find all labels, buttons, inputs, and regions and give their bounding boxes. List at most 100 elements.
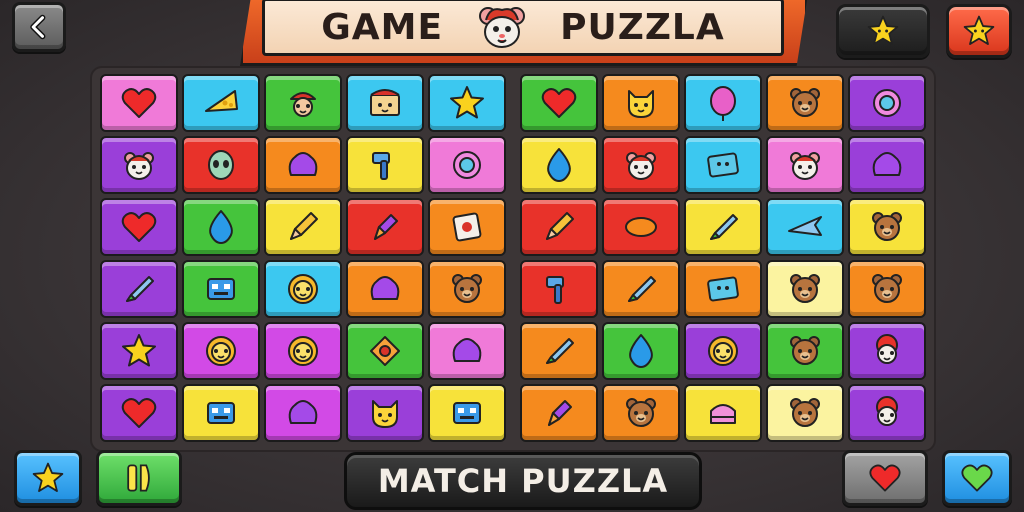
- tile-blob[interactable]: [264, 136, 342, 194]
- tile-ring[interactable]: [848, 74, 926, 132]
- tile-heart[interactable]: [100, 384, 178, 442]
- tile-pen[interactable]: [602, 260, 680, 318]
- tile-lion[interactable]: [264, 260, 342, 318]
- tile-bear[interactable]: [766, 322, 844, 380]
- lives-button[interactable]: [842, 450, 928, 506]
- tile-chest[interactable]: [346, 74, 424, 132]
- tile-star[interactable]: [428, 74, 506, 132]
- tile-clown[interactable]: [848, 384, 926, 442]
- cake-icon: [710, 404, 736, 424]
- tile-heart[interactable]: [520, 74, 598, 132]
- blob-icon: [872, 152, 902, 176]
- title-panel: GAME PUZZLA: [262, 0, 784, 56]
- lion-icon: [288, 336, 318, 366]
- tile-cat[interactable]: [346, 384, 424, 442]
- board-left-grid: [100, 74, 506, 442]
- tile-ring[interactable]: [428, 136, 506, 194]
- tile-bear[interactable]: [848, 198, 926, 256]
- robot-icon: [207, 402, 235, 424]
- tile-alien[interactable]: [182, 136, 260, 194]
- clown-icon: [876, 334, 898, 364]
- star-hint-button[interactable]: [14, 450, 82, 506]
- tile-blob[interactable]: [346, 260, 424, 318]
- tile-crayon[interactable]: [520, 384, 598, 442]
- tile-balloon[interactable]: [684, 74, 762, 132]
- pause-button[interactable]: [96, 450, 182, 506]
- tile-top[interactable]: [346, 322, 424, 380]
- star-icon: [867, 15, 899, 45]
- pen-icon: [126, 276, 154, 302]
- match-label: MATCH PUZZLA: [377, 462, 669, 500]
- crayon-icon: [374, 214, 398, 240]
- tile-blob[interactable]: [264, 384, 342, 442]
- tile-bear[interactable]: [766, 384, 844, 442]
- back-button[interactable]: [12, 2, 66, 52]
- tile-ticket[interactable]: [684, 136, 762, 194]
- tile-robot[interactable]: [182, 384, 260, 442]
- tile-hammer[interactable]: [346, 136, 424, 194]
- tile-pirate[interactable]: [264, 74, 342, 132]
- plane-icon: [788, 216, 822, 236]
- tile-robot[interactable]: [428, 384, 506, 442]
- tile-ticket[interactable]: [684, 260, 762, 318]
- bear-icon: [626, 398, 656, 427]
- tile-hamster[interactable]: [602, 136, 680, 194]
- title-word-puzzla: PUZZLA: [560, 6, 725, 48]
- tile-drop[interactable]: [602, 322, 680, 380]
- star-icon: [450, 86, 484, 119]
- tile-heart[interactable]: [100, 74, 178, 132]
- tile-hamster[interactable]: [766, 136, 844, 194]
- tile-bear[interactable]: [428, 260, 506, 318]
- bear-icon: [872, 212, 902, 241]
- tile-drop[interactable]: [520, 136, 598, 194]
- drop-icon: [209, 210, 233, 244]
- tile-hammer[interactable]: [520, 260, 598, 318]
- drop-icon: [547, 148, 571, 182]
- tile-pen[interactable]: [684, 198, 762, 256]
- lion-icon: [206, 336, 236, 366]
- star-bonus-button[interactable]: [946, 4, 1012, 58]
- ring-icon: [873, 89, 901, 117]
- star-reward-button[interactable]: [836, 4, 930, 58]
- tile-pencil[interactable]: [264, 198, 342, 256]
- tile-heart[interactable]: [100, 198, 178, 256]
- tile-bear[interactable]: [602, 384, 680, 442]
- heart-icon: [869, 464, 901, 492]
- hamster-icon: [124, 152, 154, 180]
- heart-icon: [121, 398, 157, 428]
- hamster-icon: [626, 152, 656, 180]
- tile-pencil[interactable]: [520, 198, 598, 256]
- tile-lion[interactable]: [182, 322, 260, 380]
- lion-icon: [708, 336, 738, 366]
- blob-icon: [370, 276, 400, 300]
- tile-star[interactable]: [100, 322, 178, 380]
- cheese-icon: [205, 90, 238, 112]
- tile-bear[interactable]: [766, 260, 844, 318]
- tile-cat[interactable]: [602, 74, 680, 132]
- tile-bear[interactable]: [848, 260, 926, 318]
- pencil-icon: [546, 212, 574, 240]
- hammer-icon: [546, 276, 564, 304]
- tile-blob[interactable]: [848, 136, 926, 194]
- bear-icon: [790, 88, 820, 117]
- tile-card[interactable]: [428, 198, 506, 256]
- tile-bear[interactable]: [766, 74, 844, 132]
- tile-robot[interactable]: [182, 260, 260, 318]
- tile-blob[interactable]: [428, 322, 506, 380]
- friends-heart-button[interactable]: [942, 450, 1012, 506]
- tile-lion[interactable]: [684, 322, 762, 380]
- tile-plane[interactable]: [766, 198, 844, 256]
- tile-clown[interactable]: [848, 322, 926, 380]
- tile-bean[interactable]: [602, 198, 680, 256]
- chevron-left-icon: [30, 14, 46, 40]
- tile-hamster[interactable]: [100, 136, 178, 194]
- tile-pen[interactable]: [520, 322, 598, 380]
- tile-drop[interactable]: [182, 198, 260, 256]
- pencil-icon: [290, 212, 318, 240]
- tile-cake[interactable]: [684, 384, 762, 442]
- tile-crayon[interactable]: [346, 198, 424, 256]
- tile-lion[interactable]: [264, 322, 342, 380]
- tile-pen[interactable]: [100, 260, 178, 318]
- hammer-icon: [372, 152, 390, 180]
- tile-cheese[interactable]: [182, 74, 260, 132]
